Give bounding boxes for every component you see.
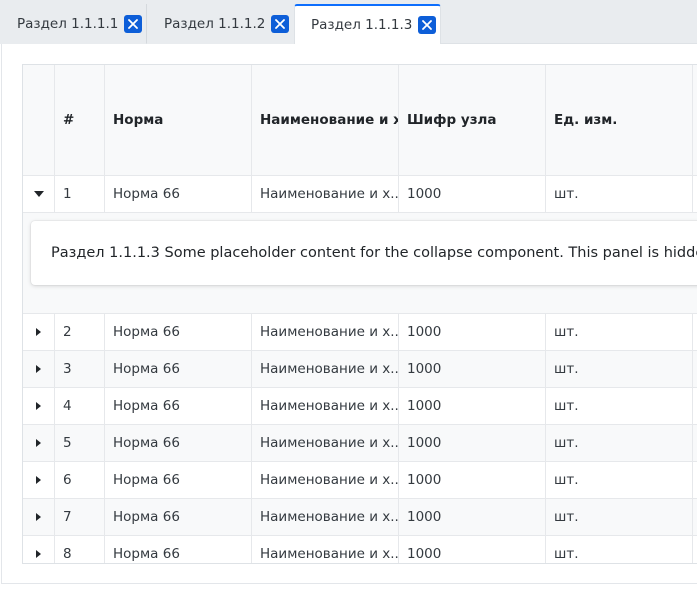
tab-section-1-1-1-2[interactable]: Раздел 1.1.1.2 [147, 4, 294, 44]
table-header-row: # Норма Наименование и х... Шифр узла Ед… [23, 65, 697, 176]
table-row[interactable]: 3 Норма 66 Наименование и х... 1000 шт. [23, 351, 697, 388]
cell-norm: Норма 66 [105, 499, 252, 535]
cell-extra [693, 425, 697, 461]
cell-extra [693, 536, 697, 563]
cell-extra [693, 462, 697, 498]
row-expand-toggle[interactable] [23, 425, 55, 461]
cell-name: Наименование и х... [252, 425, 399, 461]
row-expand-toggle[interactable] [23, 499, 55, 535]
table-row[interactable]: 5 Норма 66 Наименование и х... 1000 шт. [23, 425, 697, 462]
cell-number: 7 [55, 499, 105, 535]
cell-unit: шт. [546, 462, 693, 498]
close-icon[interactable] [124, 15, 143, 33]
cell-unit: шт. [546, 314, 693, 350]
row-expand-toggle[interactable] [23, 462, 55, 498]
cell-code: 1000 [399, 351, 546, 387]
cell-number: 2 [55, 314, 105, 350]
column-header-expand [23, 65, 55, 175]
cell-code: 1000 [399, 176, 546, 212]
table-row[interactable]: 6 Норма 66 Наименование и х... 1000 шт. [23, 462, 697, 499]
cell-norm: Норма 66 [105, 536, 252, 563]
tab-label: Раздел 1.1.1.3 [311, 17, 413, 33]
table-row[interactable]: 1 Норма 66 Наименование и х... 1000 шт. [23, 176, 697, 213]
caret-right-icon [36, 365, 41, 373]
tab-label: Раздел 1.1.1.2 [164, 16, 266, 32]
cell-norm: Норма 66 [105, 425, 252, 461]
column-header-extra [693, 65, 697, 175]
cell-unit: шт. [546, 388, 693, 424]
cell-number: 6 [55, 462, 105, 498]
collapse-text: Раздел 1.1.1.3 Some placeholder content … [51, 245, 697, 261]
cell-extra [693, 176, 697, 212]
column-header-code[interactable]: Шифр узла [399, 65, 546, 175]
cell-code: 1000 [399, 536, 546, 563]
cell-unit: шт. [546, 499, 693, 535]
column-header-norm[interactable]: Норма [105, 65, 252, 175]
table-row[interactable]: 4 Норма 66 Наименование и х... 1000 шт. [23, 388, 697, 425]
cell-number: 5 [55, 425, 105, 461]
cell-name: Наименование и х... [252, 462, 399, 498]
row-collapse-toggle[interactable] [23, 176, 55, 212]
cell-norm: Норма 66 [105, 176, 252, 212]
cell-number: 3 [55, 351, 105, 387]
cell-name: Наименование и х... [252, 176, 399, 212]
row-expand-toggle[interactable] [23, 351, 55, 387]
cell-extra [693, 314, 697, 350]
caret-right-icon [36, 402, 41, 410]
cell-unit: шт. [546, 425, 693, 461]
tab-label: Раздел 1.1.1.1 [17, 16, 119, 32]
cell-code: 1000 [399, 462, 546, 498]
row-detail-area: Раздел 1.1.1.3 Some placeholder content … [23, 213, 697, 314]
caret-right-icon [36, 550, 41, 558]
cell-extra [693, 388, 697, 424]
row-expand-toggle[interactable] [23, 536, 55, 563]
row-expand-toggle[interactable] [23, 314, 55, 350]
collapse-panel: Раздел 1.1.1.3 Some placeholder content … [31, 221, 697, 285]
cell-code: 1000 [399, 314, 546, 350]
cell-name: Наименование и х... [252, 499, 399, 535]
cell-extra [693, 499, 697, 535]
column-header-number[interactable]: # [55, 65, 105, 175]
cell-unit: шт. [546, 176, 693, 212]
cell-number: 4 [55, 388, 105, 424]
cell-name: Наименование и х... [252, 351, 399, 387]
cell-name: Наименование и х... [252, 388, 399, 424]
close-icon[interactable] [418, 16, 437, 34]
table-row[interactable]: 2 Норма 66 Наименование и х... 1000 шт. [23, 314, 697, 351]
cell-name: Наименование и х... [252, 536, 399, 563]
caret-right-icon [36, 328, 41, 336]
cell-unit: шт. [546, 536, 693, 563]
caret-right-icon [36, 476, 41, 484]
cell-unit: шт. [546, 351, 693, 387]
column-header-name[interactable]: Наименование и х... [252, 65, 399, 175]
data-table: # Норма Наименование и х... Шифр узла Ед… [22, 64, 697, 564]
table-row[interactable]: 7 Норма 66 Наименование и х... 1000 шт. [23, 499, 697, 536]
row-expand-toggle[interactable] [23, 388, 55, 424]
cell-norm: Норма 66 [105, 314, 252, 350]
cell-norm: Норма 66 [105, 388, 252, 424]
cell-number: 8 [55, 536, 105, 563]
caret-right-icon [36, 439, 41, 447]
cell-code: 1000 [399, 388, 546, 424]
cell-norm: Норма 66 [105, 462, 252, 498]
cell-code: 1000 [399, 425, 546, 461]
cell-code: 1000 [399, 499, 546, 535]
tab-section-1-1-1-1[interactable]: Раздел 1.1.1.1 [0, 4, 146, 44]
cell-number: 1 [55, 176, 105, 212]
cell-name: Наименование и х... [252, 314, 399, 350]
caret-down-icon [33, 191, 44, 197]
cell-norm: Норма 66 [105, 351, 252, 387]
tab-section-1-1-1-3[interactable]: Раздел 1.1.1.3 [294, 4, 441, 44]
close-icon[interactable] [271, 15, 290, 33]
caret-right-icon [36, 513, 41, 521]
column-header-unit[interactable]: Ед. изм. [546, 65, 693, 175]
cell-extra [693, 351, 697, 387]
table-row[interactable]: 8 Норма 66 Наименование и х... 1000 шт. [23, 536, 697, 563]
